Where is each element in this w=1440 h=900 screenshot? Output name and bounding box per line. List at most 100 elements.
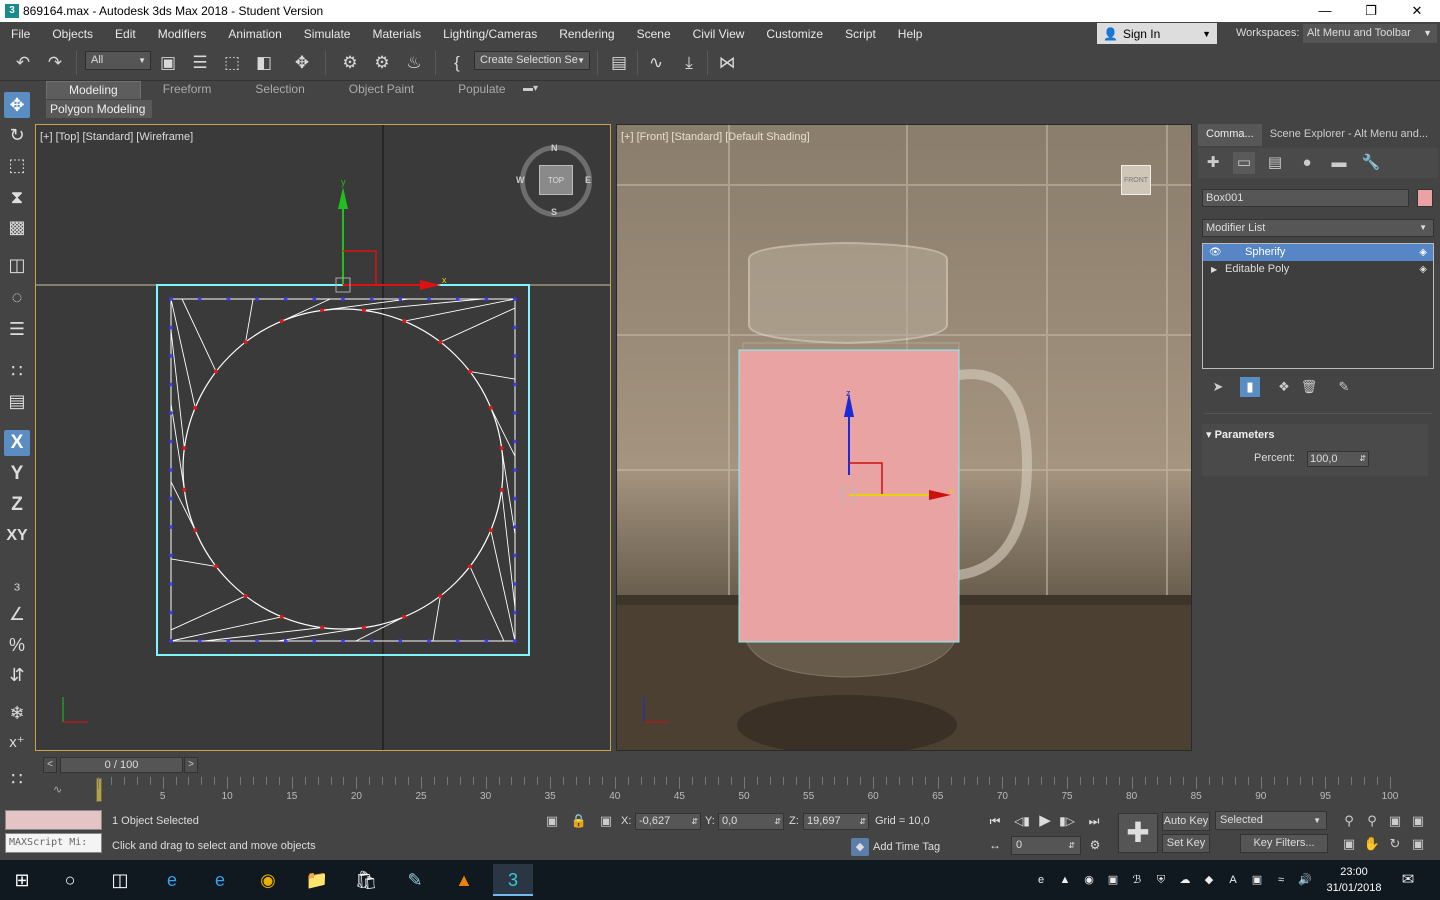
align-icon[interactable]: ☰ [4,316,30,342]
object-name-field[interactable]: Box001 [1202,189,1409,207]
spinner-arrows-icon[interactable]: ⇵ [1359,452,1366,466]
menu-materials[interactable]: Materials [361,27,432,41]
menu-edit[interactable]: Edit [104,27,147,41]
rectangular-selection-icon[interactable]: ⬚ [219,50,245,76]
zoom-extents-icon[interactable]: ▣ [1386,812,1404,830]
lock-icon[interactable]: 🔒 [570,812,588,830]
remove-modifier-icon[interactable]: 🗑 [1299,377,1319,397]
tab-command-panel[interactable]: Comma... [1198,124,1262,146]
cortana-search-icon[interactable]: ○ [50,864,90,896]
pin-stack-icon[interactable]: ➤ [1208,377,1228,397]
sign-in-button[interactable]: 👤 Sign In ▼ [1097,23,1217,44]
menu-civil-view[interactable]: Civil View [682,27,756,41]
time-slider-next-button[interactable]: > [184,757,198,773]
teapot-render-icon[interactable]: ♨ [401,50,427,76]
angle-snap-icon[interactable]: ∠ [4,601,30,627]
bluetooth-icon[interactable]: ℬ [1129,872,1145,888]
time-slider-prev-button[interactable]: < [43,757,57,773]
selection-filter-dropdown[interactable]: All ▼ [85,51,151,70]
schematic-view-icon[interactable]: ⋈ [714,50,740,76]
menu-help[interactable]: Help [887,27,934,41]
menu-file[interactable]: File [0,27,41,41]
viewcube-face-top[interactable]: TOP [539,165,573,195]
ribbon-options-icon[interactable]: ▬▾ [523,83,538,94]
maximize-icon[interactable]: ❐ [1348,0,1394,22]
select-object-icon[interactable]: ▣ [155,50,181,76]
window-crossing-icon[interactable]: ◧ [251,50,277,76]
absolute-mode-icon[interactable]: ▣ [597,812,615,830]
pan-view-icon[interactable]: ✋ [1363,835,1381,853]
snaps-3d-icon[interactable]: ₃ [4,570,30,596]
named-selection-dropdown[interactable]: Create Selection Se ▼ [474,51,590,70]
show-end-result-icon[interactable]: ▮ [1240,377,1260,397]
menu-rendering[interactable]: Rendering [548,27,625,41]
notepad-icon[interactable]: ✎ [395,864,435,896]
grid-snap-icon[interactable]: ∷ [4,358,30,384]
play-icon[interactable]: ▶ [1035,812,1055,830]
xform-icon[interactable]: x⁺ [4,730,30,756]
percent-snap-icon[interactable]: % [4,632,30,658]
edge-icon[interactable]: e [200,864,240,896]
viewport-front-label[interactable]: [+] [Front] [Standard] [Default Shading] [621,131,810,143]
rollout-header[interactable]: ▾ Parameters [1206,428,1275,441]
viewport-top-label[interactable]: [+] [Top] [Standard] [Wireframe] [40,131,193,143]
modify-icon[interactable]: ▭ [1233,152,1255,174]
workspace-dropdown[interactable]: Alt Menu and Toolbar ▼ [1303,24,1437,43]
key-mode-dropdown[interactable]: Selected ▼ [1215,811,1327,830]
3dsmax-taskbar-icon[interactable]: 3 [493,864,533,896]
select-and-move-icon[interactable]: ✥ [289,50,315,76]
y-coord-field[interactable]: 0,0 ⇵ [718,813,784,830]
maxscript-mini-listener[interactable]: MAXScript Mi: [5,833,102,853]
orbit-icon[interactable]: ↻ [1386,835,1404,853]
modifier-list-dropdown[interactable]: Modifier List ▼ [1202,219,1434,237]
set-key-button[interactable]: Set Key [1162,834,1210,853]
volume-icon[interactable]: 🔊 [1297,872,1313,888]
z-coord-field[interactable]: 19,697 ⇵ [803,813,869,830]
create-icon[interactable]: ✚ [1202,152,1224,174]
scale-icon[interactable]: ⬚ [4,152,30,178]
axis-x-button[interactable]: X [4,430,30,456]
tab-populate[interactable]: Populate [436,81,527,99]
store-icon[interactable]: 🛍 [346,864,386,896]
taskbar-clock[interactable]: 23:00 31/01/2018 [1318,864,1390,896]
input-language-icon[interactable]: A [1225,872,1241,888]
task-view-icon[interactable]: ◫ [100,864,140,896]
tab-selection[interactable]: Selection [233,81,326,99]
key-mode-icon[interactable]: ⚙ [1085,836,1105,854]
menu-scene[interactable]: Scene [626,27,682,41]
motion-icon[interactable]: ● [1296,152,1318,174]
select-by-name-icon[interactable]: ☰ [187,50,213,76]
x-coord-field[interactable]: -0,627 ⇵ [635,813,701,830]
dope-sheet-icon[interactable]: ⤓ [676,50,702,76]
undo-icon[interactable]: ↶ [10,50,36,76]
make-unique-icon[interactable]: ❖ [1274,377,1294,397]
viewport-top[interactable]: [+] [Top] [Standard] [Wireframe] y x TOP… [35,124,611,751]
axis-xy-button[interactable]: XY [4,523,30,549]
windows-start-icon[interactable]: ⊞ [2,864,42,896]
isolate-selection-icon[interactable]: ▣ [543,812,561,830]
stack-item-editable-poly[interactable]: ▶ Editable Poly ◈ [1203,261,1433,278]
set-keys-icon[interactable]: ✚ [1118,813,1158,853]
close-icon[interactable]: ✕ [1394,0,1440,22]
expand-triangle-icon[interactable]: ▶ [1211,261,1217,278]
display-icon[interactable]: ▬ [1328,152,1350,174]
menu-customize[interactable]: Customize [755,27,834,41]
menu-modifiers[interactable]: Modifiers [147,27,218,41]
percent-spinner[interactable]: 100,0 ⇵ [1307,451,1369,467]
eye-icon[interactable]: 👁 [1209,244,1222,261]
maxscript-listener-output[interactable] [5,810,102,830]
freeze-icon[interactable]: ❄ [4,700,30,726]
viewcube-face-front[interactable]: FRONT [1121,165,1151,195]
tray-app-icon[interactable]: e [1033,872,1049,888]
time-slider-thumb[interactable]: 0 / 100 [60,757,183,773]
mini-curve-editor-icon[interactable]: ∿ [53,783,62,796]
object-color-swatch[interactable] [1417,189,1433,207]
chrome-icon[interactable]: ◉ [248,864,288,896]
next-frame-icon[interactable]: ▮▷ [1057,812,1077,830]
time-config-icon[interactable]: ↔ [985,836,1005,854]
tray-antivirus-icon[interactable]: ⛨ [1153,872,1169,888]
action-center-icon[interactable]: ✉ [1400,872,1416,888]
spinner-arrows-icon[interactable]: ⇵ [691,814,698,829]
file-explorer-icon[interactable]: 📁 [297,864,337,896]
ruler-icon[interactable]: ▤ [4,388,30,414]
